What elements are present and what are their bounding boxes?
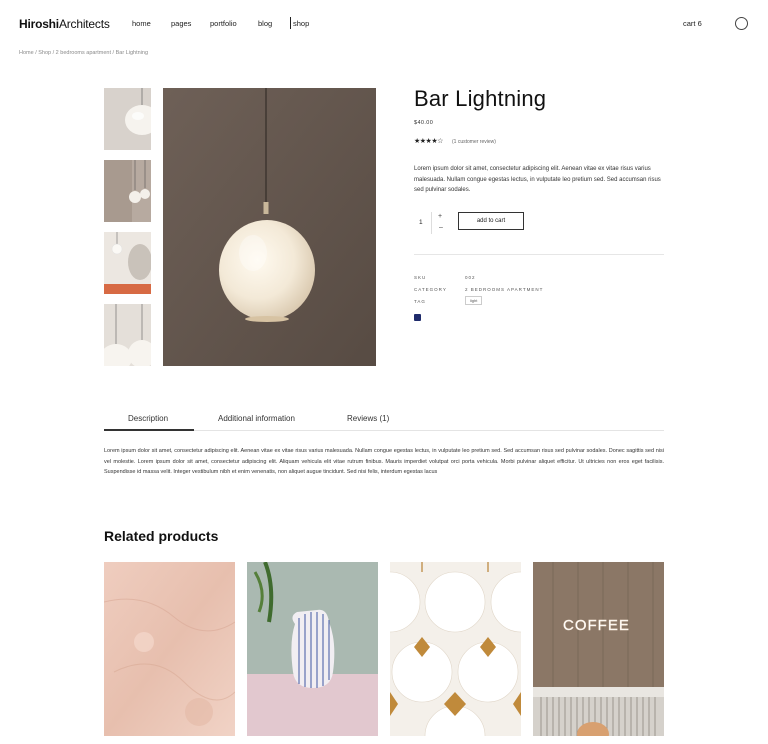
account-icon[interactable] <box>735 17 748 30</box>
marble-image <box>104 562 235 736</box>
nav-divider <box>290 17 291 29</box>
active-tab-indicator <box>104 429 194 431</box>
add-to-cart-button[interactable]: add to cart <box>458 212 524 230</box>
thumbnail-1[interactable] <box>104 88 151 150</box>
category-value[interactable]: 2 BEDROOMS APARTMENT <box>465 287 543 292</box>
nav-blog[interactable]: blog <box>258 19 272 28</box>
nav-home[interactable]: home <box>132 19 151 28</box>
related-product-4[interactable]: COFFEE <box>533 562 664 736</box>
sku-label: SKU <box>414 275 427 280</box>
meta-divider <box>414 254 664 255</box>
star-rating: ★★★★☆ <box>414 138 443 145</box>
breadcrumb: Home / Shop / 2 bedrooms apartment / Bar… <box>19 50 149 56</box>
nav-portfolio[interactable]: portfolio <box>210 19 237 28</box>
room-lamp-image <box>104 232 151 294</box>
tab-description[interactable]: Description <box>128 414 168 423</box>
thumbnail-2[interactable] <box>104 160 151 222</box>
coffee-shop-image: COFFEE <box>533 562 664 736</box>
customer-reviews-link[interactable]: (1 customer review) <box>452 139 496 145</box>
quantity-decrease-button[interactable]: – <box>439 224 443 231</box>
site-logo[interactable]: HiroshiArchitects <box>19 17 110 31</box>
nav-shop[interactable]: shop <box>293 19 309 28</box>
quantity-increase-button[interactable]: + <box>438 213 442 220</box>
thumbnail-4[interactable] <box>104 304 151 366</box>
pendant-lamp-illustration <box>163 88 376 366</box>
description-text: Lorem ipsum dolor sit amet, consectetur … <box>104 448 664 475</box>
tag-label: TAG <box>414 299 426 304</box>
pendant-lamp-image <box>104 88 151 150</box>
related-product-3[interactable] <box>390 562 521 736</box>
product-price: $40.00 <box>414 120 434 126</box>
quantity-input[interactable]: 1 <box>419 219 423 226</box>
cart-link[interactable]: cart 6 <box>683 19 702 28</box>
related-product-2[interactable] <box>247 562 378 736</box>
lamp-pair-image <box>104 304 151 366</box>
product-main-image[interactable] <box>163 88 376 366</box>
related-products-heading: Related products <box>104 528 219 544</box>
tab-reviews[interactable]: Reviews (1) <box>347 414 389 423</box>
product-title: Bar Lightning <box>414 86 547 111</box>
sku-value: 002 <box>465 275 476 280</box>
related-product-1[interactable] <box>104 562 235 736</box>
tag-badge[interactable]: light <box>465 296 483 305</box>
quantity-divider <box>431 212 432 234</box>
nav-pages[interactable]: pages <box>171 19 191 28</box>
category-label: CATEGORY <box>414 287 447 292</box>
thumbnail-3[interactable] <box>104 232 151 294</box>
twin-lamps-image <box>104 160 151 222</box>
product-short-description: Lorem ipsum dolor sit amet, consectetur … <box>414 166 661 193</box>
striped-vase-image <box>247 562 378 736</box>
tab-additional-information[interactable]: Additional information <box>218 414 295 423</box>
tile-pattern-image <box>390 562 521 736</box>
share-icon[interactable] <box>414 314 421 321</box>
coffee-sign: COFFEE <box>563 617 630 634</box>
